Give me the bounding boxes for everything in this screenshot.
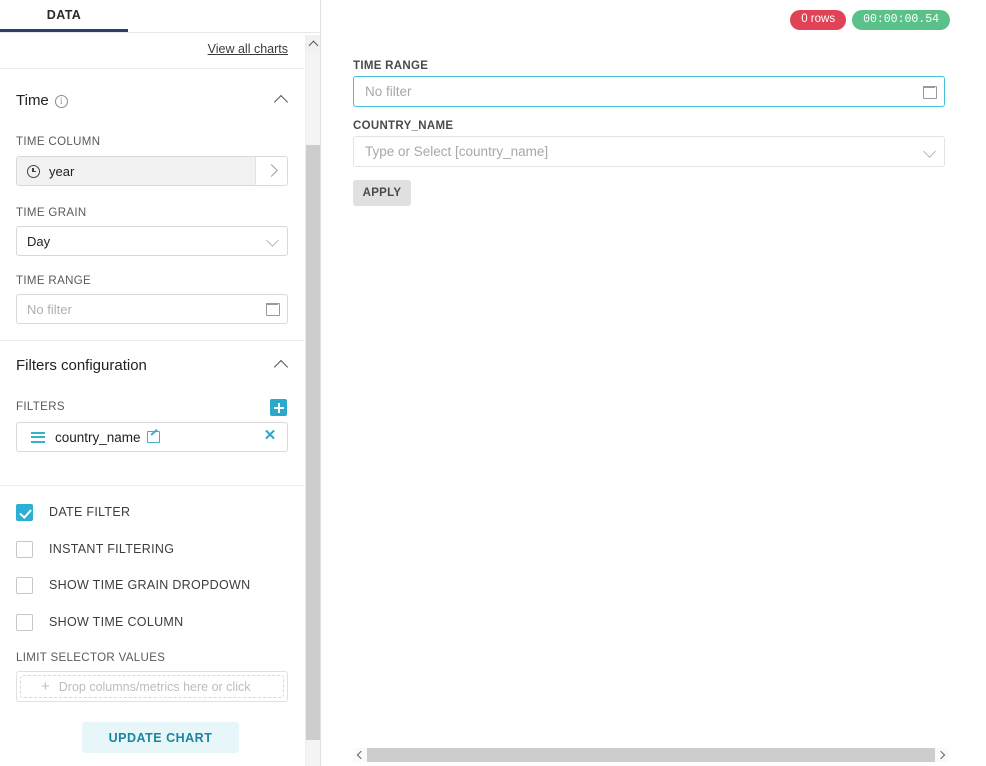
control-panel: DATA View all charts Time i TIME COLUMN … (0, 0, 321, 766)
scrollbar-thumb[interactable] (367, 748, 935, 762)
update-chart-button[interactable]: UPDATE CHART (82, 722, 239, 753)
filter-box-form: TIME RANGE No filter COUNTRY_NAME Type o… (353, 60, 945, 206)
filters-divider (0, 485, 304, 486)
checkbox-box[interactable] (16, 613, 33, 631)
time-column-label: TIME COLUMN (16, 136, 101, 148)
checkbox-show-time-column[interactable]: SHOW TIME COLUMN (16, 612, 288, 632)
chart-preview-panel: 0 rows 00:00:00.54 TIME RANGE No filter … (321, 0, 986, 766)
time-range-label: TIME RANGE (16, 275, 92, 287)
rp-country-name-placeholder: Type or Select [country_name] (365, 144, 549, 159)
calendar-icon[interactable] (918, 78, 944, 106)
checkbox-instant-filtering[interactable]: INSTANT FILTERING (16, 539, 288, 559)
limit-selector-control[interactable]: + Drop columns/metrics here or click (16, 671, 288, 702)
checkbox-label: INSTANT FILTERING (49, 542, 175, 556)
checkbox-label: SHOW TIME COLUMN (49, 615, 184, 629)
tab-data[interactable]: DATA (0, 0, 128, 32)
checkbox-box[interactable] (16, 540, 33, 558)
filter-item-country-name[interactable]: country_name ✕ (16, 422, 288, 452)
query-timer-badge: 00:00:00.54 (852, 10, 950, 30)
rp-country-name-label: COUNTRY_NAME (353, 120, 454, 132)
time-grain-value: Day (27, 233, 51, 249)
edit-pencil-icon[interactable] (146, 431, 160, 443)
clock-icon (27, 164, 40, 178)
checkbox-date-filter[interactable]: DATE FILTER (16, 502, 288, 522)
limit-selector-label: LIMIT SELECTOR VALUES (16, 652, 166, 664)
time-grain-select[interactable]: Day (16, 226, 288, 256)
add-filter-button[interactable] (270, 399, 287, 416)
scrollbar-thumb[interactable] (306, 145, 320, 740)
filters-section-header[interactable]: Filters configuration (16, 353, 288, 377)
scrollbar-right-arrow[interactable] (935, 748, 949, 762)
chevron-down-icon[interactable] (261, 227, 287, 255)
chart-status-badges: 0 rows 00:00:00.54 (790, 10, 950, 30)
calendar-icon[interactable] (261, 295, 287, 323)
apply-button[interactable]: APPLY (353, 180, 411, 206)
plus-icon: + (41, 678, 50, 695)
hamburger-drag-icon[interactable] (31, 431, 45, 443)
time-column-control[interactable]: year (16, 156, 288, 186)
info-circle-icon[interactable]: i (54, 94, 68, 108)
time-column-value: year (49, 163, 75, 179)
section-divider (0, 340, 304, 341)
chevron-up-icon[interactable] (274, 357, 288, 371)
view-all-charts-row: View all charts (0, 33, 304, 69)
chevron-up-icon[interactable] (274, 92, 288, 106)
rp-time-range-placeholder: No filter (365, 84, 412, 99)
checkbox-label: DATE FILTER (49, 505, 131, 519)
rp-time-range-input[interactable]: No filter (353, 76, 945, 107)
checkbox-box[interactable] (16, 503, 33, 521)
time-section-header[interactable]: Time i (16, 88, 288, 112)
scrollbar-left-arrow[interactable] (353, 748, 367, 762)
time-range-input[interactable]: No filter (16, 294, 288, 324)
time-section-title: Time (16, 91, 49, 109)
checkbox-label: SHOW TIME GRAIN DROPDOWN (49, 578, 251, 592)
limit-selector-placeholder: Drop columns/metrics here or click (58, 679, 251, 694)
control-panel-scrollbar[interactable] (305, 35, 320, 766)
scrollbar-up-arrow[interactable] (306, 35, 320, 52)
checkbox-box[interactable] (16, 576, 33, 594)
filter-item-label: country_name (55, 429, 141, 445)
rp-time-range-label: TIME RANGE (353, 60, 429, 72)
time-grain-label: TIME GRAIN (16, 207, 87, 219)
filters-label: FILTERS (16, 401, 65, 413)
scrollbar-track[interactable] (306, 52, 320, 766)
chart-panel-horizontal-scrollbar[interactable] (353, 748, 949, 762)
view-all-charts-link[interactable]: View all charts (208, 42, 288, 56)
chevron-down-icon[interactable] (918, 138, 944, 166)
control-panel-tabs: DATA (0, 0, 320, 33)
time-column-pill[interactable]: year (17, 157, 256, 185)
rp-country-name-select[interactable]: Type or Select [country_name] (353, 136, 945, 167)
time-range-placeholder: No filter (27, 301, 72, 317)
chevron-right-icon[interactable] (255, 157, 287, 185)
row-count-badge: 0 rows (790, 10, 847, 30)
close-x-icon[interactable]: ✕ (263, 428, 277, 443)
checkbox-show-time-grain-dropdown[interactable]: SHOW TIME GRAIN DROPDOWN (16, 575, 288, 595)
filters-section-title: Filters configuration (16, 356, 147, 374)
explore-page: DATA View all charts Time i TIME COLUMN … (0, 0, 986, 766)
limit-selector-dropzone[interactable]: + Drop columns/metrics here or click (20, 675, 284, 698)
